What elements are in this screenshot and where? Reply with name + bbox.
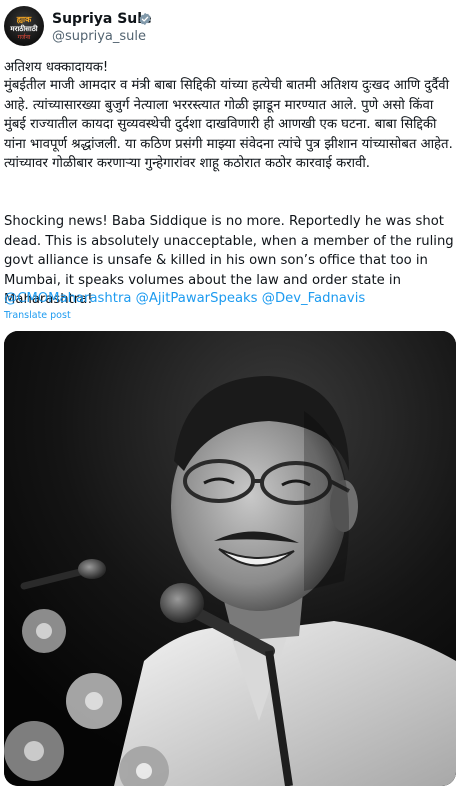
- author-handle[interactable]: @supriya_sule: [52, 28, 146, 46]
- mention-link[interactable]: @Dev_Fadnavis: [262, 291, 365, 306]
- mention-link[interactable]: @CMOMaharashtra: [4, 291, 131, 306]
- mention-link[interactable]: @AjitPawarSpeaks: [136, 291, 258, 306]
- author-avatar[interactable]: ह्याक मराठीसाठी गर्जना: [4, 6, 44, 46]
- avatar-text-line-1: ह्याक: [16, 15, 32, 24]
- translate-post-link[interactable]: Translate post: [4, 310, 71, 321]
- author-name[interactable]: Supriya Sule: [52, 10, 152, 28]
- verified-badge-icon: [139, 12, 151, 26]
- post-text-marathi: मुंबईतील माजी आमदार व मंत्री बाबा सिद्दि…: [4, 78, 453, 172]
- avatar-text-line-3: गर्जना: [17, 34, 31, 41]
- post-mentions: @CMOMaharashtra @AjitPawarSpeaks @Dev_Fa…: [4, 289, 365, 308]
- post-header: ह्याक मराठीसाठी गर्जना Supriya Sule @sup…: [4, 6, 454, 48]
- avatar-text-line-2: मराठीसाठी: [10, 25, 38, 33]
- post-text-heading: अतिशय धक्कादायक!: [4, 60, 109, 75]
- post-image[interactable]: [4, 331, 456, 786]
- post-image-graphic: [4, 331, 456, 786]
